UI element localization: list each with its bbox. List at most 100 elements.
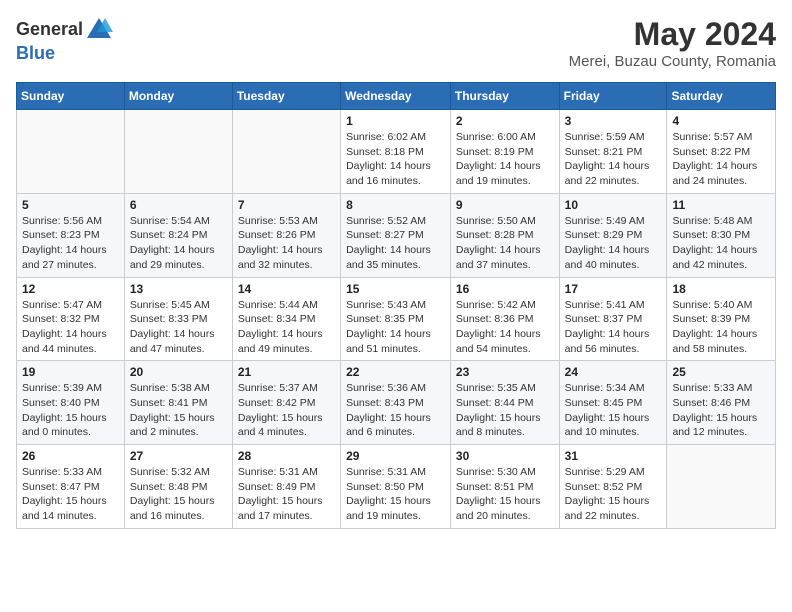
day-number: 1	[346, 114, 445, 128]
day-info: Sunrise: 5:57 AMSunset: 8:22 PMDaylight:…	[672, 130, 770, 189]
calendar-cell: 8 Sunrise: 5:52 AMSunset: 8:27 PMDaylight…	[341, 193, 451, 277]
calendar-cell	[667, 445, 776, 529]
calendar-cell: 19 Sunrise: 5:39 AMSunset: 8:40 PMDayligh…	[17, 361, 125, 445]
day-info: Sunrise: 5:54 AMSunset: 8:24 PMDaylight:…	[130, 214, 227, 273]
day-info: Sunrise: 5:38 AMSunset: 8:41 PMDaylight:…	[130, 381, 227, 440]
day-info: Sunrise: 5:31 AMSunset: 8:50 PMDaylight:…	[346, 465, 445, 524]
day-number: 8	[346, 198, 445, 212]
calendar-cell: 14 Sunrise: 5:44 AMSunset: 8:34 PMDayligh…	[232, 277, 340, 361]
calendar-cell	[124, 110, 232, 194]
calendar-cell: 7 Sunrise: 5:53 AMSunset: 8:26 PMDaylight…	[232, 193, 340, 277]
day-info: Sunrise: 5:44 AMSunset: 8:34 PMDaylight:…	[238, 298, 335, 357]
calendar-cell: 25 Sunrise: 5:33 AMSunset: 8:46 PMDayligh…	[667, 361, 776, 445]
calendar-cell: 15Sunrise: 5:43 AMSunset: 8:35 PMDayligh…	[341, 277, 451, 361]
calendar-cell: 20 Sunrise: 5:38 AMSunset: 8:41 PMDayligh…	[124, 361, 232, 445]
day-number: 22	[346, 365, 445, 379]
logo-icon	[85, 16, 113, 44]
day-info: Sunrise: 5:53 AMSunset: 8:26 PMDaylight:…	[238, 214, 335, 273]
day-number: 27	[130, 449, 227, 463]
calendar-cell: 27 Sunrise: 5:32 AMSunset: 8:48 PMDayligh…	[124, 445, 232, 529]
page-header: General Blue May 2024 Merei, Buzau Count…	[16, 16, 776, 70]
calendar-week-row: 26Sunrise: 5:33 AMSunset: 8:47 PMDayligh…	[17, 445, 776, 529]
calendar-cell: 10Sunrise: 5:49 AMSunset: 8:29 PMDayligh…	[559, 193, 667, 277]
day-number: 13	[130, 282, 227, 296]
day-number: 7	[238, 198, 335, 212]
calendar-cell: 4 Sunrise: 5:57 AMSunset: 8:22 PMDaylight…	[667, 110, 776, 194]
day-info: Sunrise: 5:41 AMSunset: 8:37 PMDaylight:…	[565, 298, 662, 357]
day-number: 18	[672, 282, 770, 296]
calendar: SundayMondayTuesdayWednesdayThursdayFrid…	[16, 82, 776, 529]
calendar-cell: 26Sunrise: 5:33 AMSunset: 8:47 PMDayligh…	[17, 445, 125, 529]
month-title: May 2024	[569, 16, 776, 53]
day-number: 16	[456, 282, 554, 296]
day-info: Sunrise: 5:52 AMSunset: 8:27 PMDaylight:…	[346, 214, 445, 273]
day-info: Sunrise: 5:31 AMSunset: 8:49 PMDaylight:…	[238, 465, 335, 524]
calendar-body: 1 Sunrise: 6:02 AMSunset: 8:18 PMDaylight…	[17, 110, 776, 529]
calendar-week-row: 1 Sunrise: 6:02 AMSunset: 8:18 PMDaylight…	[17, 110, 776, 194]
day-number: 3	[565, 114, 662, 128]
weekday-header-cell: Sunday	[17, 83, 125, 110]
calendar-cell: 23Sunrise: 5:35 AMSunset: 8:44 PMDayligh…	[450, 361, 559, 445]
calendar-cell: 30Sunrise: 5:30 AMSunset: 8:51 PMDayligh…	[450, 445, 559, 529]
day-info: Sunrise: 5:34 AMSunset: 8:45 PMDaylight:…	[565, 381, 662, 440]
weekday-header-cell: Thursday	[450, 83, 559, 110]
day-info: Sunrise: 5:49 AMSunset: 8:29 PMDaylight:…	[565, 214, 662, 273]
day-number: 12	[22, 282, 119, 296]
day-info: Sunrise: 5:48 AMSunset: 8:30 PMDaylight:…	[672, 214, 770, 273]
calendar-cell: 17 Sunrise: 5:41 AMSunset: 8:37 PMDayligh…	[559, 277, 667, 361]
day-number: 28	[238, 449, 335, 463]
day-number: 23	[456, 365, 554, 379]
day-info: Sunrise: 5:45 AMSunset: 8:33 PMDaylight:…	[130, 298, 227, 357]
day-info: Sunrise: 5:32 AMSunset: 8:48 PMDaylight:…	[130, 465, 227, 524]
title-block: May 2024 Merei, Buzau County, Romania	[569, 16, 776, 70]
calendar-cell: 18 Sunrise: 5:40 AMSunset: 8:39 PMDayligh…	[667, 277, 776, 361]
day-number: 5	[22, 198, 119, 212]
calendar-week-row: 5 Sunrise: 5:56 AMSunset: 8:23 PMDaylight…	[17, 193, 776, 277]
calendar-cell: 11 Sunrise: 5:48 AMSunset: 8:30 PMDayligh…	[667, 193, 776, 277]
day-number: 17	[565, 282, 662, 296]
day-info: Sunrise: 6:00 AMSunset: 8:19 PMDaylight:…	[456, 130, 554, 189]
day-number: 31	[565, 449, 662, 463]
calendar-cell: 5 Sunrise: 5:56 AMSunset: 8:23 PMDaylight…	[17, 193, 125, 277]
day-info: Sunrise: 5:42 AMSunset: 8:36 PMDaylight:…	[456, 298, 554, 357]
day-info: Sunrise: 5:36 AMSunset: 8:43 PMDaylight:…	[346, 381, 445, 440]
calendar-cell	[232, 110, 340, 194]
day-number: 21	[238, 365, 335, 379]
calendar-cell: 22 Sunrise: 5:36 AMSunset: 8:43 PMDayligh…	[341, 361, 451, 445]
day-info: Sunrise: 5:43 AMSunset: 8:35 PMDaylight:…	[346, 298, 445, 357]
day-info: Sunrise: 5:33 AMSunset: 8:46 PMDaylight:…	[672, 381, 770, 440]
day-info: Sunrise: 5:29 AMSunset: 8:52 PMDaylight:…	[565, 465, 662, 524]
calendar-cell: 3 Sunrise: 5:59 AMSunset: 8:21 PMDaylight…	[559, 110, 667, 194]
location-title: Merei, Buzau County, Romania	[569, 53, 776, 70]
calendar-cell: 6 Sunrise: 5:54 AMSunset: 8:24 PMDaylight…	[124, 193, 232, 277]
calendar-cell: 31 Sunrise: 5:29 AMSunset: 8:52 PMDayligh…	[559, 445, 667, 529]
day-number: 26	[22, 449, 119, 463]
logo-general: General	[16, 20, 83, 40]
weekday-header-cell: Monday	[124, 83, 232, 110]
day-info: Sunrise: 5:40 AMSunset: 8:39 PMDaylight:…	[672, 298, 770, 357]
day-info: Sunrise: 5:39 AMSunset: 8:40 PMDaylight:…	[22, 381, 119, 440]
calendar-week-row: 12 Sunrise: 5:47 AMSunset: 8:32 PMDayligh…	[17, 277, 776, 361]
day-number: 29	[346, 449, 445, 463]
weekday-header-cell: Wednesday	[341, 83, 451, 110]
day-number: 20	[130, 365, 227, 379]
calendar-cell: 28 Sunrise: 5:31 AMSunset: 8:49 PMDayligh…	[232, 445, 340, 529]
calendar-week-row: 19 Sunrise: 5:39 AMSunset: 8:40 PMDayligh…	[17, 361, 776, 445]
day-number: 25	[672, 365, 770, 379]
day-number: 9	[456, 198, 554, 212]
day-info: Sunrise: 5:47 AMSunset: 8:32 PMDaylight:…	[22, 298, 119, 357]
day-number: 6	[130, 198, 227, 212]
day-number: 4	[672, 114, 770, 128]
day-info: Sunrise: 5:30 AMSunset: 8:51 PMDaylight:…	[456, 465, 554, 524]
day-info: Sunrise: 5:59 AMSunset: 8:21 PMDaylight:…	[565, 130, 662, 189]
calendar-cell	[17, 110, 125, 194]
day-number: 19	[22, 365, 119, 379]
day-info: Sunrise: 6:02 AMSunset: 8:18 PMDaylight:…	[346, 130, 445, 189]
calendar-cell: 2Sunrise: 6:00 AMSunset: 8:19 PMDaylight…	[450, 110, 559, 194]
day-number: 14	[238, 282, 335, 296]
day-number: 11	[672, 198, 770, 212]
calendar-cell: 21Sunrise: 5:37 AMSunset: 8:42 PMDayligh…	[232, 361, 340, 445]
calendar-cell: 13 Sunrise: 5:45 AMSunset: 8:33 PMDayligh…	[124, 277, 232, 361]
day-info: Sunrise: 5:50 AMSunset: 8:28 PMDaylight:…	[456, 214, 554, 273]
day-info: Sunrise: 5:56 AMSunset: 8:23 PMDaylight:…	[22, 214, 119, 273]
